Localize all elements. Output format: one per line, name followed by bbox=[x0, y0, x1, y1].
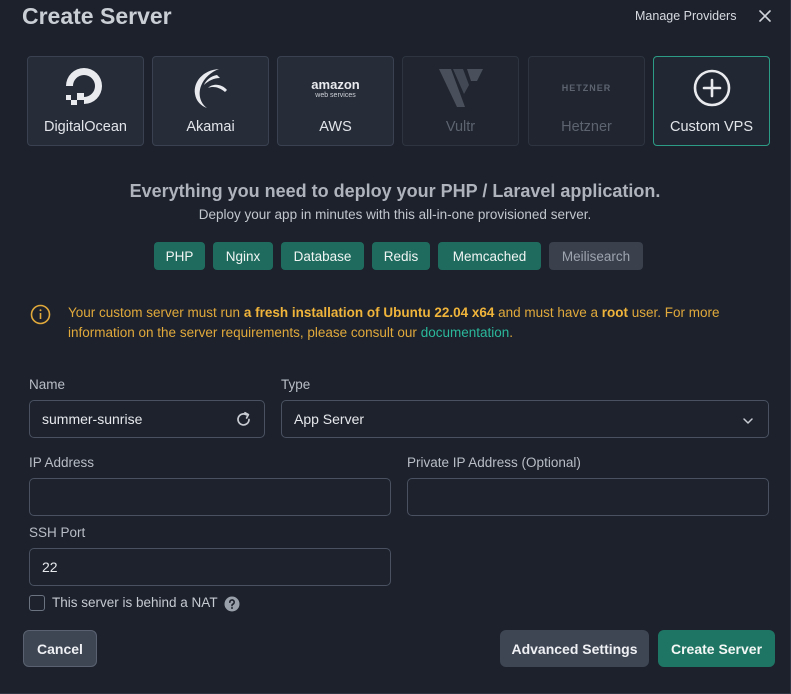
tag-memcached: Memcached bbox=[438, 242, 541, 270]
ip-address-label: IP Address bbox=[29, 455, 95, 470]
ip-address-field[interactable] bbox=[29, 478, 391, 516]
advanced-settings-button[interactable]: Advanced Settings bbox=[500, 630, 649, 667]
provider-name: Vultr bbox=[445, 119, 476, 135]
provider-selector: DigitalOcean Akamai amazon web services … bbox=[27, 56, 770, 146]
name-label: Name bbox=[29, 377, 66, 392]
tag-meilisearch: Meilisearch bbox=[549, 242, 643, 270]
modal-title: Create Server bbox=[22, 3, 172, 29]
hetzner-logo: HETZNER bbox=[561, 83, 612, 93]
private-ip-label: Private IP Address (Optional) bbox=[407, 455, 581, 470]
ssh-port-label: SSH Port bbox=[29, 525, 86, 540]
tag-redis: Redis bbox=[372, 242, 430, 270]
provider-name: AWS bbox=[319, 119, 352, 135]
type-label: Type bbox=[281, 377, 311, 392]
help-icon[interactable] bbox=[224, 596, 240, 612]
provider-custom-vps[interactable]: Custom VPS bbox=[653, 56, 770, 146]
provider-name: DigitalOcean bbox=[43, 119, 127, 135]
provider-hetzner[interactable]: HETZNER Hetzner bbox=[528, 56, 645, 146]
provider-name: Hetzner bbox=[561, 119, 612, 135]
create-server-modal: Create Server Manage Providers DigitalOc… bbox=[0, 0, 791, 694]
intro-headline: Everything you need to deploy your PHP /… bbox=[129, 181, 661, 201]
nat-checkbox[interactable] bbox=[29, 595, 45, 611]
create-server-button[interactable]: Create Server bbox=[658, 630, 775, 667]
provider-name: Akamai bbox=[186, 119, 235, 135]
private-ip-input[interactable] bbox=[420, 489, 756, 505]
manage-providers-link[interactable]: Manage Providers bbox=[635, 9, 736, 23]
tag-php: PHP bbox=[154, 242, 205, 270]
digitalocean-logo bbox=[28, 65, 143, 111]
provider-vultr[interactable]: Vultr bbox=[402, 56, 519, 146]
close-icon[interactable] bbox=[756, 7, 774, 25]
name-field[interactable] bbox=[29, 400, 265, 438]
documentation-link[interactable]: documentation bbox=[421, 325, 510, 340]
type-selected-value: App Server bbox=[294, 411, 365, 427]
aws-logo: amazon web services bbox=[311, 76, 360, 99]
ssh-port-input[interactable] bbox=[42, 559, 378, 575]
akamai-logo bbox=[153, 65, 268, 111]
chevron-down-icon bbox=[742, 414, 754, 426]
vultr-logo bbox=[403, 65, 518, 111]
ip-address-input[interactable] bbox=[42, 489, 378, 505]
requirements-notice: Your custom server must run a fresh inst… bbox=[68, 305, 720, 340]
intro-subline: Deploy your app in minutes with this all… bbox=[198, 207, 592, 222]
provider-digitalocean[interactable]: DigitalOcean bbox=[27, 56, 144, 146]
plus-circle-icon bbox=[654, 65, 769, 111]
cancel-button[interactable]: Cancel bbox=[23, 630, 97, 667]
provider-aws[interactable]: amazon web services AWS bbox=[277, 56, 394, 146]
info-circle-icon bbox=[30, 304, 51, 325]
name-input[interactable] bbox=[42, 411, 252, 427]
type-select[interactable]: App Server bbox=[281, 400, 769, 438]
provider-akamai[interactable]: Akamai bbox=[152, 56, 269, 146]
tag-nginx: Nginx bbox=[213, 242, 273, 270]
ssh-port-field[interactable] bbox=[29, 548, 391, 586]
tag-database: Database bbox=[281, 242, 364, 270]
provider-name: Custom VPS bbox=[670, 119, 753, 135]
private-ip-field[interactable] bbox=[407, 478, 769, 516]
refresh-icon[interactable] bbox=[235, 411, 252, 428]
nat-label[interactable]: This server is behind a NAT bbox=[52, 595, 218, 610]
